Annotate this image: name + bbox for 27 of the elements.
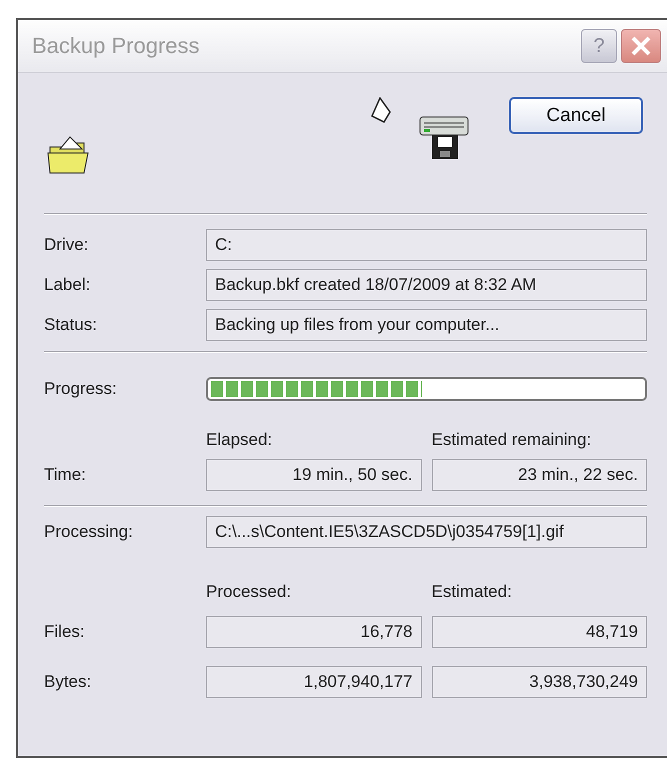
count-field: 3,938,730,249 [432,666,647,698]
field-label: Drive: [44,235,90,255]
count-field: 1,807,940,177 [206,666,422,698]
info-field: Backing up files from your computer... [206,309,647,341]
close-icon [630,35,652,57]
field-label: Status: [44,315,98,335]
column-heading: Processed: [206,582,292,602]
column-heading: Estimated remaining: [432,430,592,450]
time-field: 23 min., 22 sec. [432,459,647,491]
processing-field: C:\...s\Content.IE5\3ZASCD5D\j0354759[1].gif [206,516,647,548]
field-label: Label: [44,275,92,295]
count-field: 16,778 [206,616,422,648]
close-button[interactable] [621,29,661,63]
paper-icon [370,97,392,125]
column-heading: Elapsed: [206,430,274,450]
field-label: Processing: [44,522,134,542]
count-field: 48,719 [432,616,647,648]
info-field: C: [206,229,647,261]
cancel-button[interactable]: Cancel [509,97,643,134]
field-label: Files: [44,622,86,642]
field-label: Time: [44,465,87,485]
window-title: Backup Progress [32,33,201,59]
field-label: Progress: [44,379,118,399]
column-heading: Estimated: [432,582,513,602]
info-field: Backup.bkf created 18/07/2009 at 8:32 AM [206,269,647,301]
field-label: Bytes: [44,672,92,692]
time-field: 19 min., 50 sec. [206,459,422,491]
